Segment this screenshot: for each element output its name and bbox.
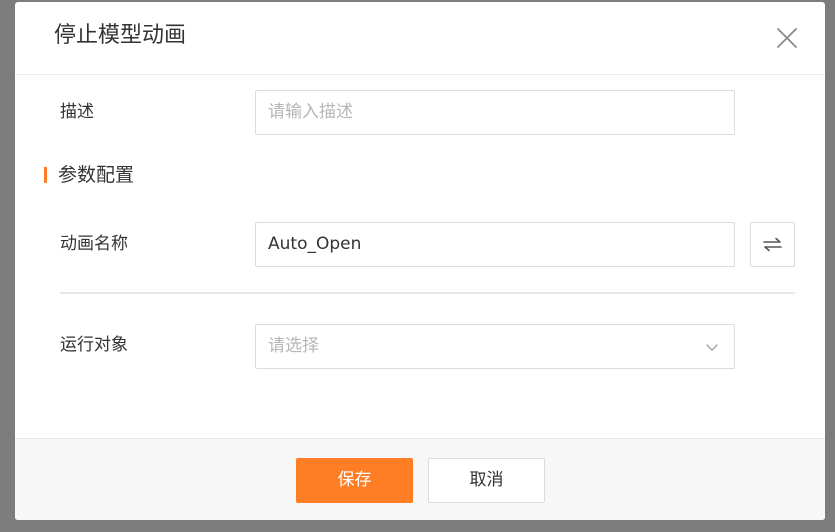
close-button[interactable] [775, 26, 799, 50]
run-target-label: 运行对象 [60, 335, 128, 355]
close-icon [777, 28, 797, 48]
dialog-footer: 保存 取消 [15, 438, 825, 520]
divider [60, 292, 795, 294]
animation-name-label: 动画名称 [60, 234, 128, 254]
swap-arrows-icon [763, 237, 782, 252]
run-target-select[interactable]: 请选择 [255, 324, 735, 369]
cancel-button[interactable]: 取消 [428, 458, 545, 503]
run-target-placeholder: 请选择 [268, 336, 319, 356]
animation-name-input[interactable]: Auto_Open [255, 222, 735, 267]
chevron-down-icon [706, 344, 718, 351]
save-button[interactable]: 保存 [296, 458, 413, 503]
animation-name-value: Auto_Open [268, 234, 362, 254]
description-label: 描述 [60, 102, 94, 122]
dialog-title: 停止模型动画 [54, 23, 187, 48]
section-accent-bar [44, 167, 47, 183]
section-title-param-config: 参数配置 [58, 164, 135, 186]
stop-model-animation-dialog: 停止模型动画 描述 请输入描述 参数配置 动画名称 Auto_Open 运行对象… [15, 2, 825, 520]
description-input[interactable]: 请输入描述 [255, 90, 735, 135]
dialog-header: 停止模型动画 [15, 2, 825, 75]
swap-button[interactable] [750, 222, 795, 267]
description-placeholder: 请输入描述 [268, 102, 353, 122]
